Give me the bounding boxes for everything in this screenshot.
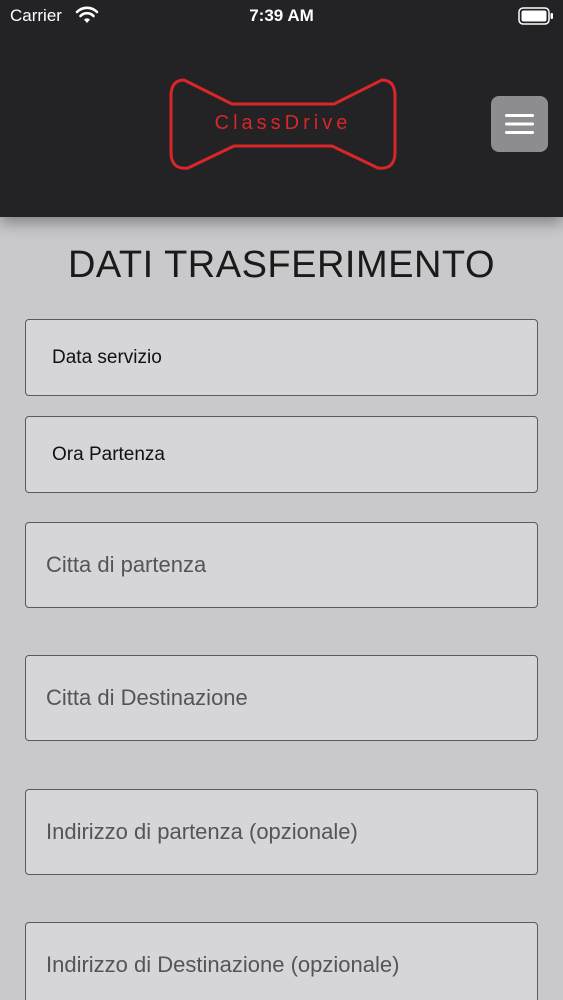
departure-time-field[interactable]: Ora Partenza	[25, 416, 538, 493]
destination-address-placeholder: Indirizzo di Destinazione (opzionale)	[46, 952, 400, 977]
destination-city-input[interactable]: Citta di Destinazione	[25, 655, 538, 741]
destination-city-placeholder: Citta di Destinazione	[46, 685, 248, 710]
battery-icon	[518, 7, 553, 25]
logo-text: ClassDrive	[214, 112, 352, 134]
page-title: DATI TRASFERIMENTO	[67, 244, 496, 286]
hamburger-icon	[505, 114, 534, 134]
app-header: Carrier 7:39 AM ClassDrive	[0, 0, 563, 217]
departure-address-input[interactable]: Indirizzo di partenza (opzionale)	[25, 789, 538, 875]
status-time: 7:39 AM	[249, 6, 314, 25]
date-service-label: Data servizio	[52, 346, 162, 368]
departure-city-placeholder: Citta di partenza	[46, 552, 207, 577]
destination-address-input[interactable]: Indirizzo di Destinazione (opzionale)	[25, 922, 538, 1000]
date-service-field[interactable]: Data servizio	[25, 319, 538, 396]
departure-city-input[interactable]: Citta di partenza	[25, 522, 538, 608]
departure-time-label: Ora Partenza	[52, 443, 165, 465]
menu-button[interactable]	[491, 96, 548, 152]
departure-address-placeholder: Indirizzo di partenza (opzionale)	[46, 819, 358, 844]
status-bar: Carrier 7:39 AM	[0, 0, 563, 34]
